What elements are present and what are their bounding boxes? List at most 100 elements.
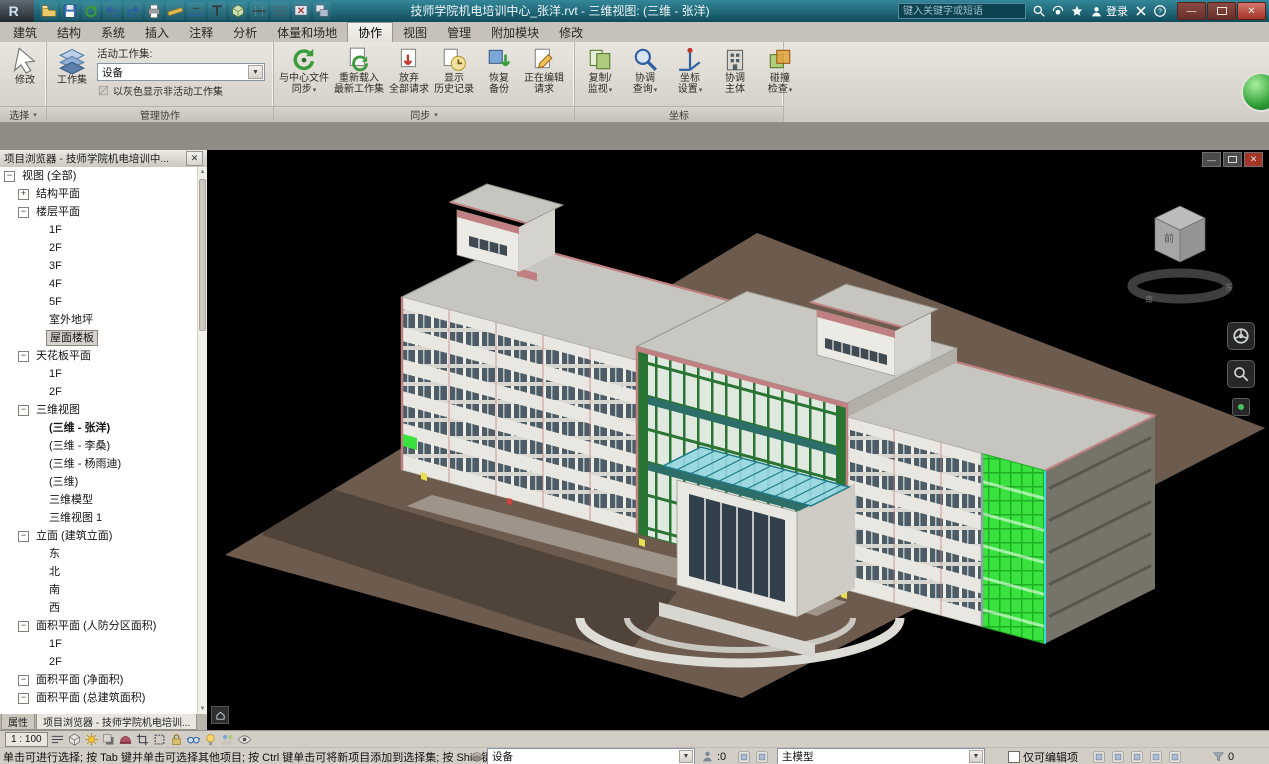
project-browser-header[interactable]: 项目浏览器 - 技师学院机电培训中... ✕ bbox=[0, 150, 207, 168]
minimize-button[interactable]: — bbox=[1177, 2, 1206, 20]
tree-item[interactable]: 2F bbox=[0, 239, 198, 257]
star-icon[interactable] bbox=[1070, 4, 1084, 18]
tree-item[interactable]: (三维) bbox=[0, 473, 198, 491]
sync-qat-icon[interactable] bbox=[82, 2, 100, 20]
redo-icon[interactable] bbox=[124, 2, 142, 20]
navbar-more-button[interactable] bbox=[1232, 398, 1250, 416]
tab-properties[interactable]: 属性 bbox=[1, 714, 35, 730]
active-workset-selector[interactable]: 设备▼ bbox=[470, 749, 695, 764]
tree-item[interactable]: 东 bbox=[0, 545, 198, 563]
scrollbar-thumb[interactable] bbox=[199, 179, 206, 331]
tree-item[interactable]: −面积平面 (总建筑面积) bbox=[0, 689, 198, 707]
dimension-icon[interactable] bbox=[187, 2, 205, 20]
search-input[interactable] bbox=[898, 3, 1026, 19]
tree-item[interactable]: 北 bbox=[0, 563, 198, 581]
text-icon[interactable] bbox=[208, 2, 226, 20]
coordinate-panel-label[interactable]: 坐标 bbox=[575, 106, 783, 122]
3d-view-icon[interactable] bbox=[229, 2, 247, 20]
reveal-hidden-icon[interactable] bbox=[203, 732, 218, 747]
interference-check-button[interactable]: 碰撞检查▾ bbox=[758, 45, 802, 97]
help-icon[interactable]: ? bbox=[1153, 4, 1167, 18]
coordination-host-button[interactable]: 协调主体 bbox=[713, 45, 757, 96]
tree-item[interactable]: −天花板平面 bbox=[0, 347, 198, 365]
scroll-up-icon[interactable]: ▲ bbox=[198, 167, 207, 177]
temp-view-icon[interactable] bbox=[237, 732, 252, 747]
view-minimize-button[interactable]: — bbox=[1202, 152, 1221, 167]
ribbon-tab-5[interactable]: 注释 bbox=[179, 23, 223, 42]
collapse-icon[interactable]: − bbox=[18, 405, 29, 416]
worksets-button[interactable]: 工作集 bbox=[50, 45, 94, 87]
tree-item[interactable]: 三维视图 1 bbox=[0, 509, 198, 527]
communication-icon[interactable] bbox=[1051, 4, 1065, 18]
tree-item[interactable]: −立面 (建筑立面) bbox=[0, 527, 198, 545]
coordination-review-button[interactable]: 协调查询▾ bbox=[623, 45, 667, 97]
viewport-corner-icon[interactable] bbox=[211, 706, 229, 724]
ribbon-tab-6[interactable]: 分析 bbox=[223, 23, 267, 42]
undo-icon[interactable] bbox=[103, 2, 121, 20]
scale-button[interactable]: 1 : 100 bbox=[5, 732, 48, 747]
ribbon-tab-2[interactable]: 结构 bbox=[47, 23, 91, 42]
show-history-button[interactable]: 显示历史记录 bbox=[432, 45, 476, 96]
gray-inactive-worksets-toggle[interactable]: 以灰色显示非活动工作集 bbox=[97, 83, 265, 98]
select-panel-label[interactable]: 选择▾ bbox=[0, 106, 46, 122]
design-options-icon[interactable] bbox=[1092, 750, 1106, 764]
tree-item[interactable]: −三维视图 bbox=[0, 401, 198, 419]
tree-item[interactable]: 三维模型 bbox=[0, 491, 198, 509]
tree-item[interactable]: 屋面楼板 bbox=[0, 329, 198, 347]
press-drag-icon[interactable] bbox=[1130, 750, 1144, 764]
tree-item[interactable]: +结构平面 bbox=[0, 185, 198, 203]
background-processes-icon[interactable] bbox=[1149, 750, 1163, 764]
tree-item[interactable]: (三维 - 李桑) bbox=[0, 437, 198, 455]
browser-scrollbar[interactable]: ▲ ▼ bbox=[197, 167, 207, 714]
tree-item[interactable]: 5F bbox=[0, 293, 198, 311]
measure-icon[interactable] bbox=[166, 2, 184, 20]
select-toggle-icon[interactable] bbox=[1168, 750, 1182, 764]
collapse-icon[interactable]: − bbox=[18, 531, 29, 542]
ribbon-tab-12[interactable]: 修改 bbox=[549, 23, 593, 42]
tree-item[interactable]: 室外地坪 bbox=[0, 311, 198, 329]
ribbon-tab-4[interactable]: 插入 bbox=[135, 23, 179, 42]
drawing-area[interactable]: 前南东 — ✕ bbox=[207, 150, 1269, 730]
shadows-icon[interactable] bbox=[101, 732, 116, 747]
tree-item[interactable]: (三维 - 杨雨迪) bbox=[0, 455, 198, 473]
scroll-down-icon[interactable]: ▼ bbox=[198, 704, 207, 714]
thin-lines-icon[interactable] bbox=[271, 2, 289, 20]
expand-icon[interactable]: + bbox=[18, 189, 29, 200]
synchronize-with-central-button[interactable]: 与中心文件同步▾ bbox=[277, 45, 331, 97]
login-button[interactable]: 登录 bbox=[1090, 3, 1128, 19]
synchronize-panel-label[interactable]: 同步▾ bbox=[274, 106, 574, 122]
tab-project-browser[interactable]: 项目浏览器 - 技师学院机电培训... bbox=[36, 714, 197, 730]
relinquish-small-icon[interactable] bbox=[755, 750, 769, 764]
viewcube[interactable]: 前南东 bbox=[1132, 206, 1233, 304]
reload-latest-button[interactable]: 重新载入最新工作集 bbox=[332, 45, 386, 96]
open-icon[interactable] bbox=[40, 2, 58, 20]
zoom-button[interactable] bbox=[1227, 360, 1255, 388]
tree-item[interactable]: 西 bbox=[0, 599, 198, 617]
tree-item[interactable]: −面积平面 (人防分区面积) bbox=[0, 617, 198, 635]
detail-level-icon[interactable] bbox=[50, 732, 65, 747]
collapse-icon[interactable]: − bbox=[18, 207, 29, 218]
copy-monitor-button[interactable]: 复制/监视▾ bbox=[578, 45, 622, 97]
tree-item[interactable]: 1F bbox=[0, 365, 198, 383]
tree-item[interactable]: 2F bbox=[0, 383, 198, 401]
maximize-button[interactable] bbox=[1207, 2, 1236, 20]
section-icon[interactable] bbox=[250, 2, 268, 20]
print-icon[interactable] bbox=[145, 2, 163, 20]
editable-only-checkbox[interactable]: 仅可编辑项 bbox=[1008, 749, 1078, 764]
tree-item[interactable]: 2F bbox=[0, 653, 198, 671]
save-icon[interactable] bbox=[61, 2, 79, 20]
worksharing-display-icon[interactable] bbox=[220, 732, 235, 747]
design-option-selector[interactable]: 主模型▼ bbox=[777, 749, 985, 764]
ribbon-tab-11[interactable]: 附加模块 bbox=[481, 23, 549, 42]
filter-indicator[interactable]: 0 bbox=[1212, 749, 1234, 764]
tree-item[interactable]: −楼层平面 bbox=[0, 203, 198, 221]
tree-item[interactable]: −视图 (全部) bbox=[0, 167, 198, 185]
tree-item[interactable]: −面积平面 (净面积) bbox=[0, 671, 198, 689]
close-icon[interactable]: ✕ bbox=[186, 151, 203, 166]
tree-item[interactable]: 4F bbox=[0, 275, 198, 293]
tree-item[interactable]: 1F bbox=[0, 221, 198, 239]
collapse-icon[interactable]: − bbox=[4, 171, 15, 182]
close-button[interactable]: ✕ bbox=[1237, 2, 1266, 20]
ribbon-tab-1[interactable]: 建筑 bbox=[3, 23, 47, 42]
restore-backup-button[interactable]: 恢复备份 bbox=[477, 45, 521, 96]
